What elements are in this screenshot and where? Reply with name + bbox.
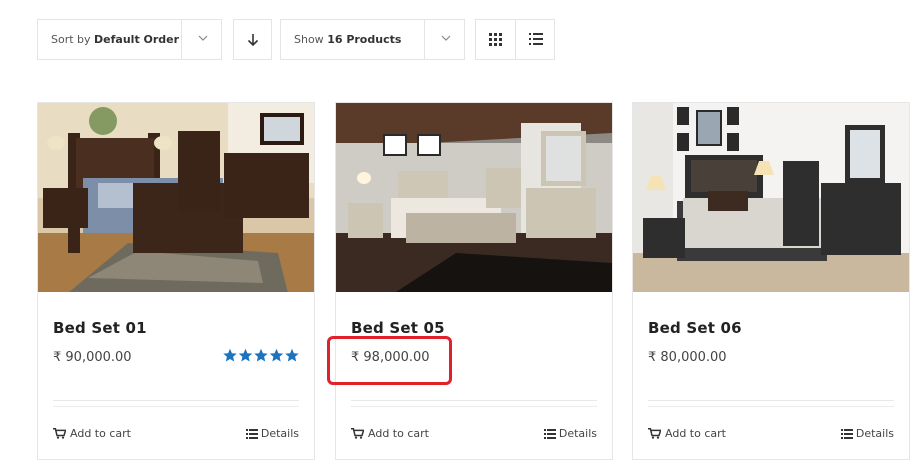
- list-icon: [529, 33, 543, 45]
- details-label: Details: [260, 427, 299, 440]
- product-price: ₹ 80,000.00: [648, 350, 727, 365]
- product-card: Bed Set 01 ₹ 90,000.00 Add to cart Detai…: [37, 102, 315, 460]
- divider: [648, 400, 894, 401]
- list-icon: [245, 428, 258, 439]
- product-image[interactable]: [336, 103, 612, 292]
- star-icon: [254, 348, 268, 362]
- star-icon: [285, 348, 299, 362]
- sort-direction-button[interactable]: [233, 19, 272, 60]
- product-image[interactable]: [38, 103, 314, 292]
- list-icon: [840, 428, 853, 439]
- price-highlight-box: [327, 336, 452, 385]
- show-prefix: Show: [294, 33, 324, 46]
- chevron-down-icon: [198, 35, 208, 41]
- view-toggle: [475, 19, 555, 60]
- divider: [351, 406, 597, 407]
- star-rating: [223, 348, 299, 362]
- add-to-cart-label: Add to cart: [70, 427, 131, 440]
- divider: [53, 406, 299, 407]
- star-icon: [223, 348, 237, 362]
- details-button[interactable]: Details: [543, 427, 597, 440]
- grid-icon: [489, 33, 502, 46]
- grid-view-button[interactable]: [476, 20, 515, 59]
- product-card: Bed Set 06 ₹ 80,000.00 Add to cart Detai…: [632, 102, 910, 460]
- cart-icon: [53, 428, 66, 439]
- details-button[interactable]: Details: [245, 427, 299, 440]
- star-icon: [238, 348, 253, 362]
- sort-value: Default Order: [94, 33, 180, 46]
- show-value: 16 Products: [327, 33, 402, 46]
- star-icon: [269, 348, 284, 362]
- product-title[interactable]: Bed Set 05: [351, 319, 445, 337]
- product-price: ₹ 90,000.00: [53, 350, 132, 365]
- details-button[interactable]: Details: [840, 427, 894, 440]
- list-icon: [543, 428, 556, 439]
- cart-icon: [648, 428, 661, 439]
- sort-prefix: Sort by: [51, 33, 91, 46]
- show-count-select[interactable]: Show 16 Products: [280, 19, 465, 60]
- divider: [351, 400, 597, 401]
- divider: [53, 400, 299, 401]
- select-divider: [424, 20, 425, 59]
- product-card: Bed Set 05 ₹ 98,000.00 Add to cart Detai…: [335, 102, 613, 460]
- arrow-down-icon: [247, 34, 259, 47]
- select-divider: [181, 20, 182, 59]
- product-title[interactable]: Bed Set 01: [53, 319, 147, 337]
- chevron-down-icon: [441, 35, 451, 41]
- cart-icon: [351, 428, 364, 439]
- add-to-cart-label: Add to cart: [665, 427, 726, 440]
- details-label: Details: [558, 427, 597, 440]
- product-title[interactable]: Bed Set 06: [648, 319, 742, 337]
- details-label: Details: [855, 427, 894, 440]
- add-to-cart-button[interactable]: Add to cart: [53, 427, 131, 440]
- sort-select[interactable]: Sort by Default Order: [37, 19, 222, 60]
- add-to-cart-button[interactable]: Add to cart: [648, 427, 726, 440]
- add-to-cart-label: Add to cart: [368, 427, 429, 440]
- add-to-cart-button[interactable]: Add to cart: [351, 427, 429, 440]
- list-view-button[interactable]: [516, 20, 555, 59]
- product-image[interactable]: [633, 103, 909, 292]
- divider: [648, 406, 894, 407]
